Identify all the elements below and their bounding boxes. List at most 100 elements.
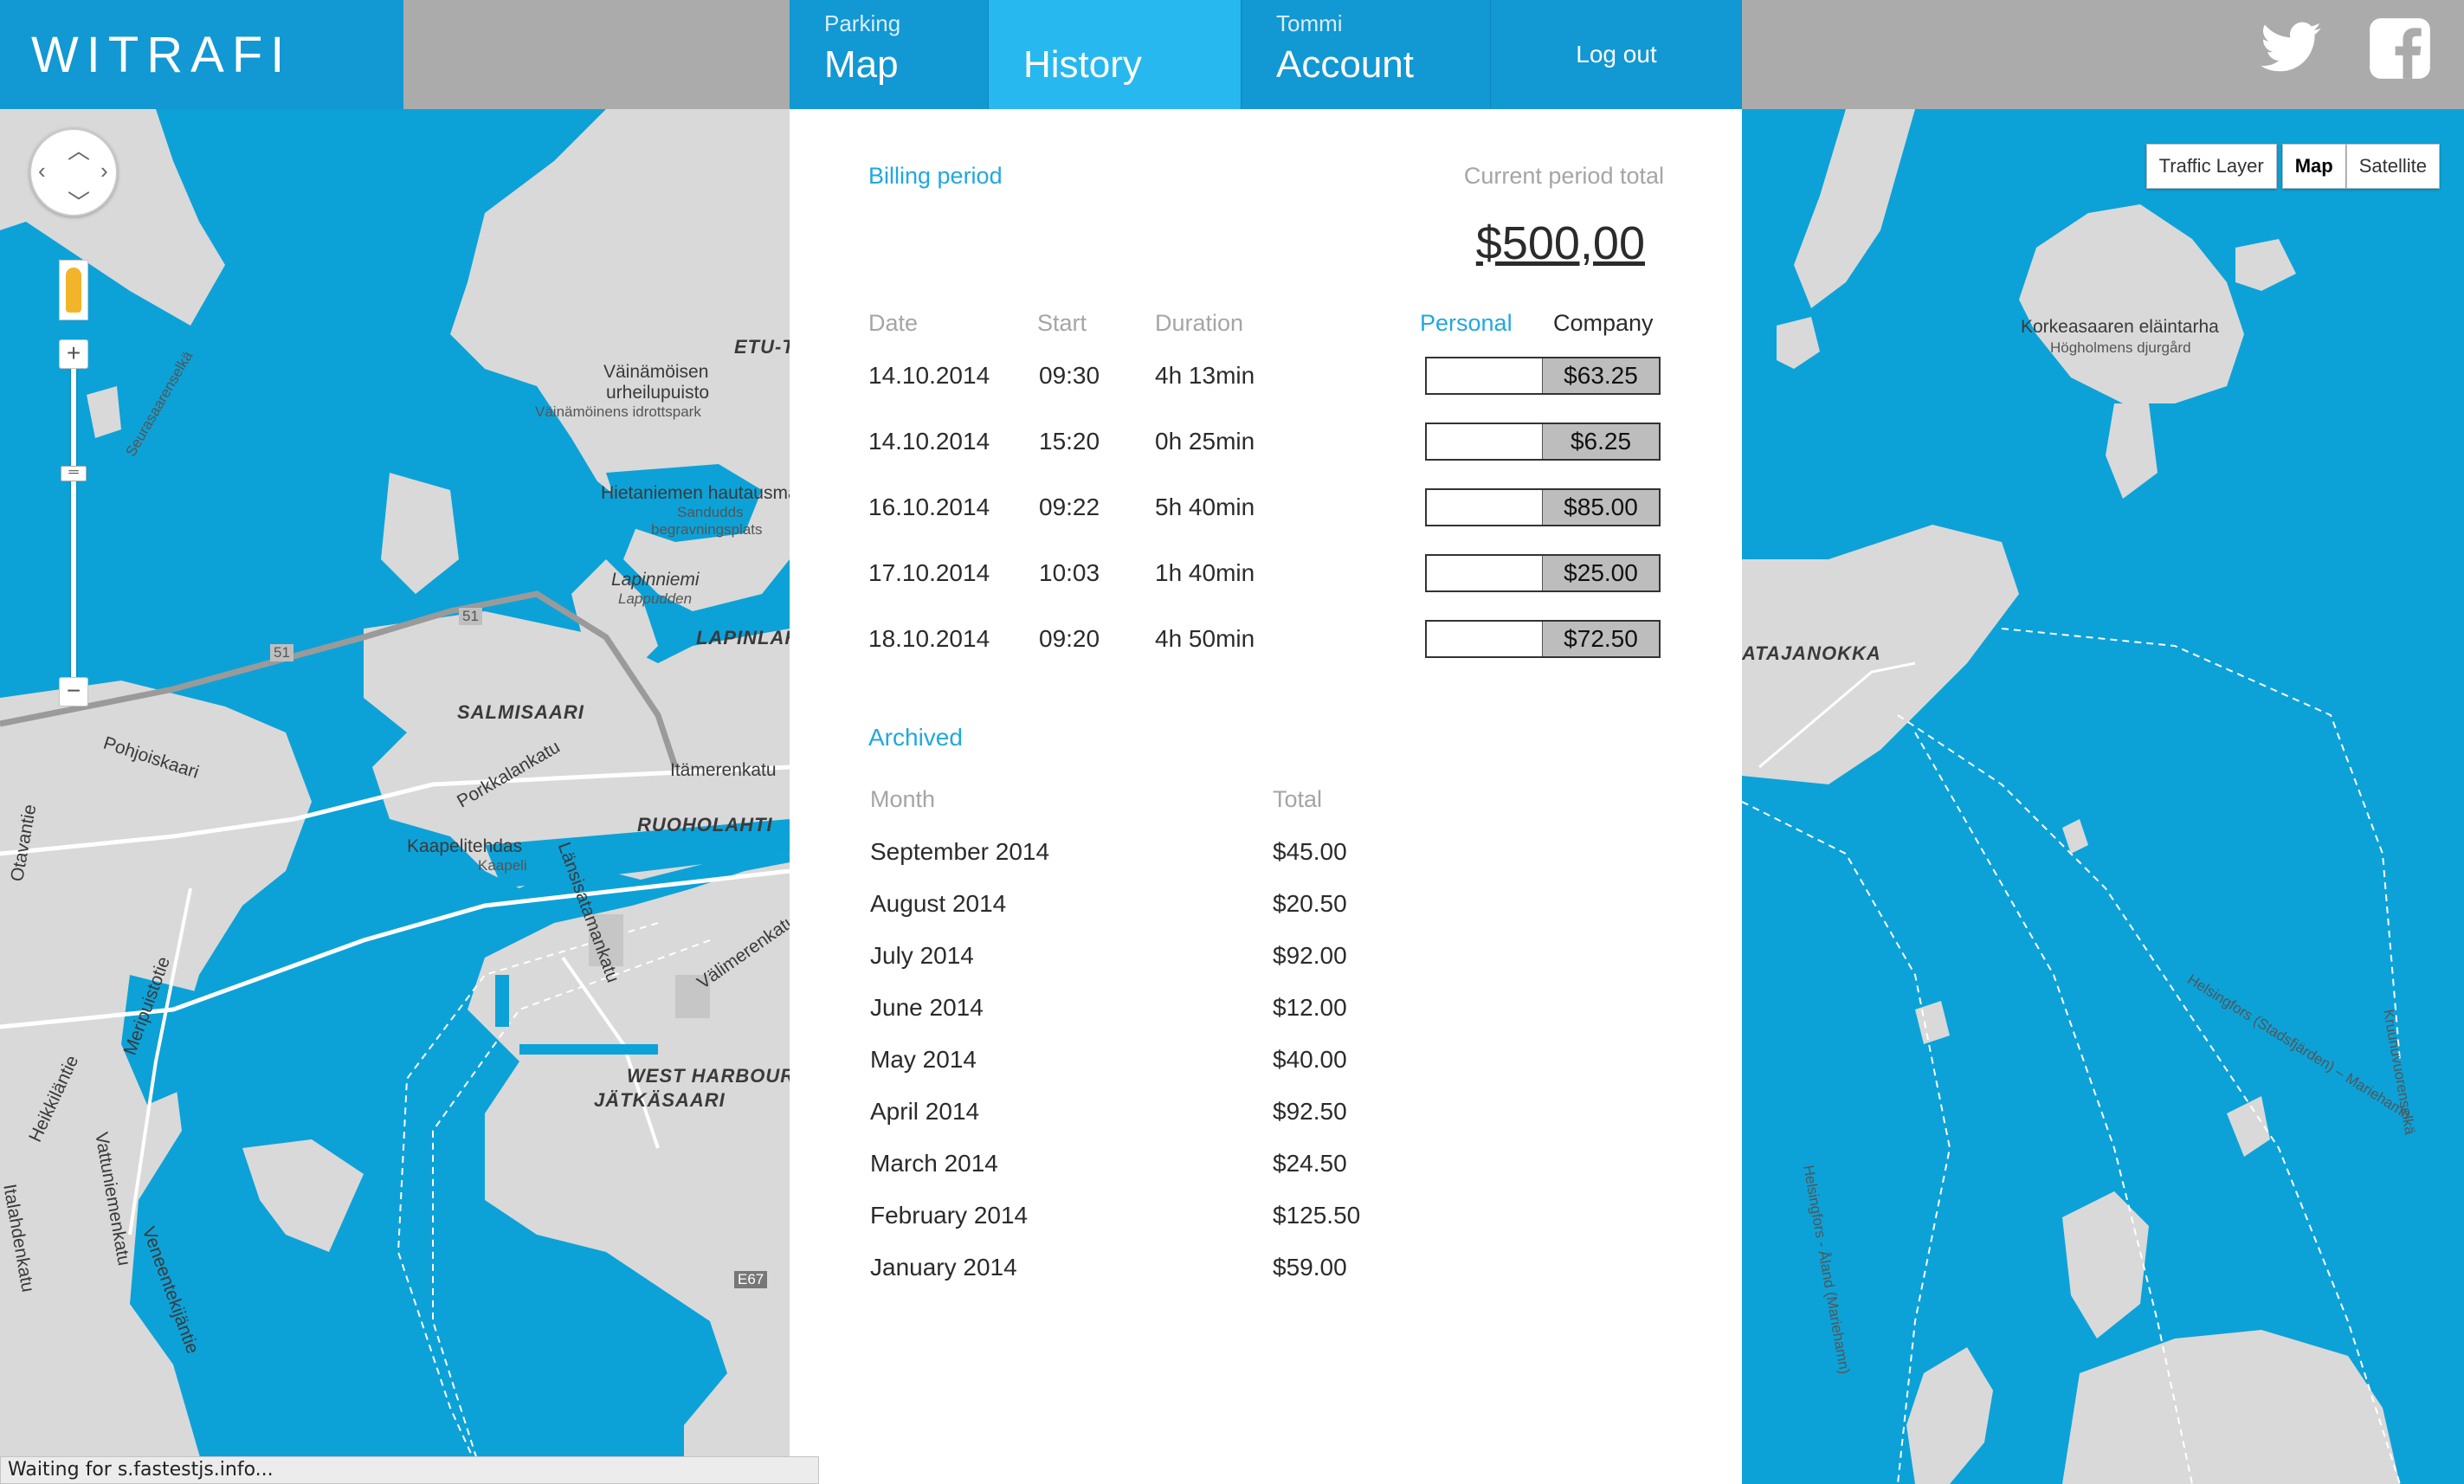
company-amount[interactable]: $85.00 bbox=[1543, 490, 1659, 525]
road-badge-e67: E67 bbox=[734, 1271, 768, 1288]
row-start: 09:30 bbox=[1039, 362, 1100, 389]
row-duration: 0h 25min bbox=[1155, 428, 1255, 455]
billing-period-label[interactable]: Billing period bbox=[868, 163, 1003, 190]
tab-account-username: Tommi bbox=[1276, 10, 1343, 36]
archived-month[interactable]: February 2014 bbox=[870, 1202, 1028, 1229]
pan-left-icon[interactable]: ‹ bbox=[38, 158, 46, 184]
zoom-slider-track[interactable] bbox=[71, 345, 76, 691]
map-canvas-left bbox=[0, 109, 790, 1484]
map-label-korkeasaari: Korkeasaaren eläintarha bbox=[2021, 317, 2219, 337]
map-view-right[interactable]: Korkeasaaren eläintarha Högholmens djurg… bbox=[1742, 109, 2464, 1484]
pan-up-icon[interactable]: ︿ bbox=[68, 133, 90, 165]
personal-share[interactable] bbox=[1427, 424, 1543, 459]
map-label-salmisaari: SALMISAARI bbox=[457, 701, 584, 723]
company-amount[interactable]: $63.25 bbox=[1543, 358, 1659, 393]
company-amount[interactable]: $72.50 bbox=[1543, 622, 1659, 656]
tab-map[interactable]: Parking Map bbox=[790, 0, 989, 109]
pan-down-icon[interactable]: ﹀ bbox=[68, 185, 90, 217]
company-amount[interactable]: $6.25 bbox=[1543, 424, 1659, 459]
history-panel: Billing period Current period total $500… bbox=[790, 109, 1742, 1484]
tab-account[interactable]: Tommi Account bbox=[1242, 0, 1491, 109]
archived-total: $20.50 bbox=[1273, 890, 1347, 917]
cost-allocation-toggle[interactable]: $72.50 bbox=[1425, 620, 1661, 658]
main-nav: Parking Map History Tommi Account Log ou… bbox=[790, 0, 1742, 109]
map-label-kaapeli: Kaapeli bbox=[478, 857, 527, 874]
archived-month[interactable]: August 2014 bbox=[870, 890, 1006, 918]
map-label-urheilupuisto: urheilupuisto bbox=[606, 383, 710, 403]
row-duration: 4h 13min bbox=[1155, 362, 1255, 389]
archived-month[interactable]: June 2014 bbox=[870, 994, 984, 1022]
pan-right-icon[interactable]: › bbox=[100, 158, 108, 184]
zoom-in-button[interactable]: + bbox=[59, 339, 88, 369]
tab-account-label: Account bbox=[1276, 43, 1414, 86]
archived-label: Archived bbox=[868, 724, 963, 751]
twitter-icon[interactable] bbox=[2258, 16, 2324, 81]
personal-share[interactable] bbox=[1427, 622, 1543, 656]
map-view-left[interactable]: Seurasaarenselkä Väinämöisen urheilupuis… bbox=[0, 109, 790, 1484]
zoom-out-button[interactable]: − bbox=[59, 677, 88, 707]
row-duration: 1h 40min bbox=[1155, 559, 1255, 586]
row-date: 14.10.2014 bbox=[868, 362, 990, 389]
cost-allocation-toggle[interactable]: $63.25 bbox=[1425, 357, 1661, 395]
map-label-lapinlahti: LAPINLAH bbox=[696, 627, 790, 648]
map-type-map-button[interactable]: Map bbox=[2281, 144, 2346, 189]
cost-allocation-toggle[interactable]: $6.25 bbox=[1425, 423, 1661, 461]
tab-history[interactable]: History bbox=[989, 0, 1242, 109]
archived-total: $92.50 bbox=[1273, 1098, 1347, 1125]
traffic-layer-button[interactable]: Traffic Layer bbox=[2145, 144, 2277, 189]
archived-month[interactable]: April 2014 bbox=[870, 1098, 979, 1126]
col-header-personal: Personal bbox=[1420, 310, 1513, 336]
archived-month[interactable]: September 2014 bbox=[870, 838, 1049, 866]
cost-allocation-toggle[interactable]: $85.00 bbox=[1425, 488, 1661, 526]
row-start: 09:20 bbox=[1039, 625, 1100, 652]
map-label-west-harbour: WEST HARBOUR bbox=[627, 1065, 790, 1087]
map-label-jatkasaari: JÄTKÄSAARI bbox=[594, 1089, 726, 1111]
col-header-date: Date bbox=[868, 310, 919, 336]
logo-text: WITRAFI bbox=[31, 26, 293, 83]
archived-month[interactable]: January 2014 bbox=[870, 1254, 1017, 1281]
map-label-lapinniemi: Lapinniemi bbox=[611, 570, 700, 590]
tab-map-sublabel: Parking bbox=[824, 10, 901, 36]
row-start: 10:03 bbox=[1039, 559, 1100, 586]
row-date: 14.10.2014 bbox=[868, 428, 990, 455]
archived-month[interactable]: March 2014 bbox=[870, 1150, 998, 1178]
tab-history-label: History bbox=[1023, 43, 1142, 86]
map-label-hogholmens: Högholmens djurgård bbox=[2050, 339, 2191, 356]
map-type-satellite-button[interactable]: Satellite bbox=[2345, 144, 2440, 189]
map-label-itamerenkatu: Itämerenkatu bbox=[670, 760, 777, 780]
col-header-duration: Duration bbox=[1155, 310, 1244, 336]
row-start: 15:20 bbox=[1039, 428, 1100, 455]
zoom-slider-thumb[interactable]: ═ bbox=[61, 466, 87, 481]
map-label-lappudden: Lappudden bbox=[618, 590, 693, 607]
archived-month[interactable]: May 2014 bbox=[870, 1046, 977, 1074]
logo[interactable]: WITRAFI bbox=[0, 0, 403, 109]
personal-share[interactable] bbox=[1427, 358, 1543, 393]
map-label-vainamoisen: Väinämöisen bbox=[603, 362, 709, 382]
road-badge-51-b: 51 bbox=[459, 608, 482, 625]
personal-share[interactable] bbox=[1427, 556, 1543, 590]
map-label-begravningsplats: begravningsplats bbox=[651, 521, 763, 538]
map-label-etu: ETU-T bbox=[734, 336, 790, 358]
cost-allocation-toggle[interactable]: $25.00 bbox=[1425, 554, 1661, 592]
map-label-sandudds: Sandudds bbox=[677, 504, 744, 520]
row-date: 16.10.2014 bbox=[868, 494, 990, 520]
archived-total: $92.00 bbox=[1273, 942, 1347, 969]
personal-share[interactable] bbox=[1427, 490, 1543, 525]
row-date: 18.10.2014 bbox=[868, 625, 990, 652]
pan-control[interactable]: ︿ ﹀ ‹ › bbox=[29, 128, 118, 216]
col-header-company: Company bbox=[1553, 310, 1654, 336]
road-badge-51: 51 bbox=[270, 644, 293, 661]
logout-link[interactable]: Log out bbox=[1491, 0, 1742, 109]
street-view-pegman-icon[interactable] bbox=[59, 260, 88, 320]
archived-month[interactable]: July 2014 bbox=[870, 942, 974, 970]
company-amount[interactable]: $25.00 bbox=[1543, 556, 1659, 590]
archived-header-total: Total bbox=[1273, 786, 1323, 812]
map-label-hietaniemen: Hietaniemen hautausmaa bbox=[601, 483, 790, 503]
social-links bbox=[2258, 16, 2433, 81]
facebook-icon[interactable] bbox=[2367, 16, 2433, 81]
row-duration: 5h 40min bbox=[1155, 494, 1255, 520]
period-total-value: $500,00 bbox=[1475, 217, 1645, 269]
map-canvas-right bbox=[1742, 109, 2401, 1484]
map-type-control: Traffic Layer Map Satellite bbox=[2145, 144, 2440, 189]
top-bar: WITRAFI Parking Map History Tommi Accoun… bbox=[0, 0, 2464, 109]
